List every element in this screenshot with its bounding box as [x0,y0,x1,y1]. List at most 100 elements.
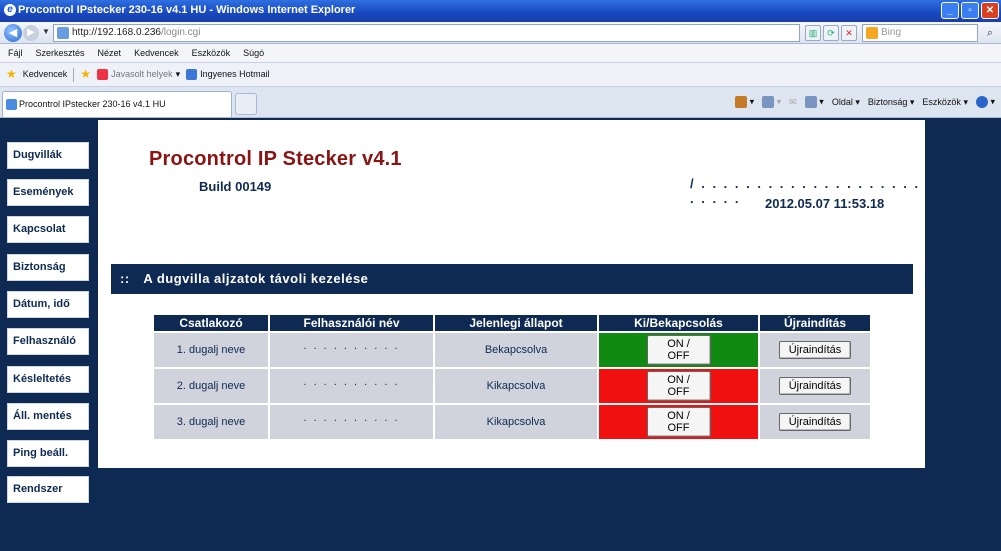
sidebar-item-esemenyek[interactable]: Események [7,179,89,206]
socket-user-name: . . . . . . . . . . [270,333,433,367]
section-header: :: A dugvilla aljzatok távoli kezelése [111,264,913,294]
favorites-divider [73,67,75,82]
print-button[interactable]: ▾ [804,96,824,108]
hotmail-icon [186,69,198,80]
menu-help[interactable]: Súgó [243,44,264,62]
restart-button[interactable]: Újraindítás [779,377,851,395]
ie-logo-icon: e [4,4,16,16]
suggested-sites-icon [97,69,109,80]
sidebar-item-ping-beall[interactable]: Ping beáll. [7,440,89,467]
history-dropdown-icon[interactable]: ▼ [42,27,50,36]
tools-menu-label: Eszközök [922,96,961,107]
bing-icon [866,27,878,39]
tab-favicon-icon [6,99,17,110]
header-user-name: Felhasználói név [270,315,433,331]
address-bar: ◀ ▶ ▼ http://192.168.0.236/login.cgi ▥ ⟳… [0,22,1001,44]
sidebar-item-felhasznalo[interactable]: Felhasználó [7,328,89,355]
mail-icon[interactable]: ✉ [789,97,797,108]
header-socket: Csatlakozó [154,315,268,331]
page-menu[interactable]: Oldal ▾ [832,97,860,108]
table-row: 2. dugalj neve . . . . . . . . . . Kikap… [154,369,870,403]
back-arrow-icon[interactable]: ◀ [4,24,22,42]
restart-button[interactable]: Újraindítás [779,413,851,431]
feeds-icon [762,96,775,108]
socket-name: 2. dugalj neve [154,369,268,403]
sidebar-item-rendszer[interactable]: Rendszer [7,476,89,503]
socket-table: Csatlakozó Felhasználói név Jelenlegi ál… [152,313,872,441]
forward-arrow-icon[interactable]: ▶ [23,25,39,41]
menu-favorites[interactable]: Kedvencek [134,44,179,62]
window-title: Procontrol IPstecker 230-16 v4.1 HU - Wi… [18,4,356,16]
refresh-icon[interactable]: ⟳ [823,25,839,41]
table-header-row: Csatlakozó Felhasználói név Jelenlegi ál… [154,315,870,331]
hotmail-link[interactable]: Ingyenes Hotmail [186,63,270,86]
section-colons: :: [120,271,130,286]
feeds-button[interactable]: ▾ [762,96,781,108]
section-title: A dugvilla aljzatok távoli kezelése [143,271,369,286]
on-off-button[interactable]: ON / OFF [646,371,711,401]
menu-tools[interactable]: Eszközök [192,44,231,62]
sidebar-item-biztonsag[interactable]: Biztonság [7,254,89,281]
main-content: Procontrol IP Stecker v4.1 Build 00149 /… [98,120,925,468]
help-button[interactable]: ▾ [975,96,995,108]
hotmail-label: Ingyenes Hotmail [200,69,270,79]
socket-restart-cell: Újraindítás [760,405,870,439]
favorites-button[interactable]: Kedvencek [23,63,68,86]
add-favorite-icon[interactable]: ★ [80,63,91,86]
home-button[interactable]: ▾ [735,96,754,108]
compatibility-view-icon[interactable]: ▥ [805,25,821,41]
safety-menu[interactable]: Biztonság ▾ [868,97,915,108]
socket-state: Kikapcsolva [435,405,597,439]
sidebar-item-kapcsolat[interactable]: Kapcsolat [7,216,89,243]
close-window-button[interactable]: ✕ [981,2,999,19]
socket-name: 3. dugalj neve [154,405,268,439]
new-tab-button[interactable] [235,93,257,115]
suggested-sites-link[interactable]: Javasolt helyek ▾ [97,63,180,86]
socket-state: Kikapcsolva [435,369,597,403]
socket-restart-cell: Újraindítás [760,369,870,403]
window-titlebar: e Procontrol IPstecker 230-16 v4.1 HU - … [0,0,1001,22]
menu-file[interactable]: Fájl [8,44,23,62]
page-viewport: Dugvillák Események Kapcsolat Biztonság … [0,118,1001,551]
table-row: 1. dugalj neve . . . . . . . . . . Bekap… [154,333,870,367]
help-icon [975,96,988,108]
menu-bar: Fájl Szerkesztés Nézet Kedvencek Eszközö… [0,44,1001,63]
table-row: 3. dugalj neve . . . . . . . . . . Kikap… [154,405,870,439]
socket-name: 1. dugalj neve [154,333,268,367]
search-icon[interactable]: ⌕ [982,25,998,41]
socket-user-name: . . . . . . . . . . [270,369,433,403]
command-bar: ▾ ▾ ✉ ▾ Oldal ▾ Biztonság ▾ Eszközök ▾ ▾ [735,96,995,108]
socket-state: Bekapcsolva [435,333,597,367]
search-input[interactable]: Bing [862,24,978,42]
menu-edit[interactable]: Szerkesztés [36,44,85,62]
tools-menu[interactable]: Eszközök ▾ [922,97,968,108]
on-off-button[interactable]: ON / OFF [646,335,711,365]
build-label: Build 00149 [199,179,272,194]
on-off-button[interactable]: ON / OFF [646,407,711,437]
sidebar-item-datum-ido[interactable]: Dátum, idő [7,291,89,318]
tab-bar: Procontrol IPstecker 230-16 v4.1 HU ▾ ▾ … [0,87,1001,118]
page-title: Procontrol IP Stecker v4.1 [149,148,402,170]
stop-icon[interactable]: ✕ [841,25,857,41]
socket-toggle-cell: ON / OFF [599,405,758,439]
tab-active[interactable]: Procontrol IPstecker 230-16 v4.1 HU [2,91,232,117]
favorites-star-icon[interactable]: ★ [6,63,17,86]
home-icon [735,96,748,108]
maximize-button[interactable]: ▫ [961,2,979,19]
sidebar-item-dugvillak[interactable]: Dugvillák [7,142,89,169]
url-input[interactable]: http://192.168.0.236/login.cgi [53,24,800,42]
socket-toggle-cell: ON / OFF [599,369,758,403]
search-placeholder: Bing [881,27,902,38]
url-path: /login.cgi [160,27,201,38]
sidebar-item-kesleltetes[interactable]: Késleltetés [7,366,89,393]
favorites-bar: ★ Kedvencek ★ Javasolt helyek ▾ Ingyenes… [0,63,1001,87]
safety-menu-label: Biztonság [867,96,908,107]
restart-button[interactable]: Újraindítás [779,341,851,359]
print-icon [804,96,817,108]
header-restart: Újraindítás [760,315,870,331]
header-state: Jelenlegi állapot [435,315,597,331]
sidebar-item-all-mentes[interactable]: Áll. mentés [7,403,89,430]
current-datetime: 2012.05.07 11:53.18 [765,196,885,211]
minimize-button[interactable]: _ [941,2,959,19]
menu-view[interactable]: Nézet [98,44,122,62]
